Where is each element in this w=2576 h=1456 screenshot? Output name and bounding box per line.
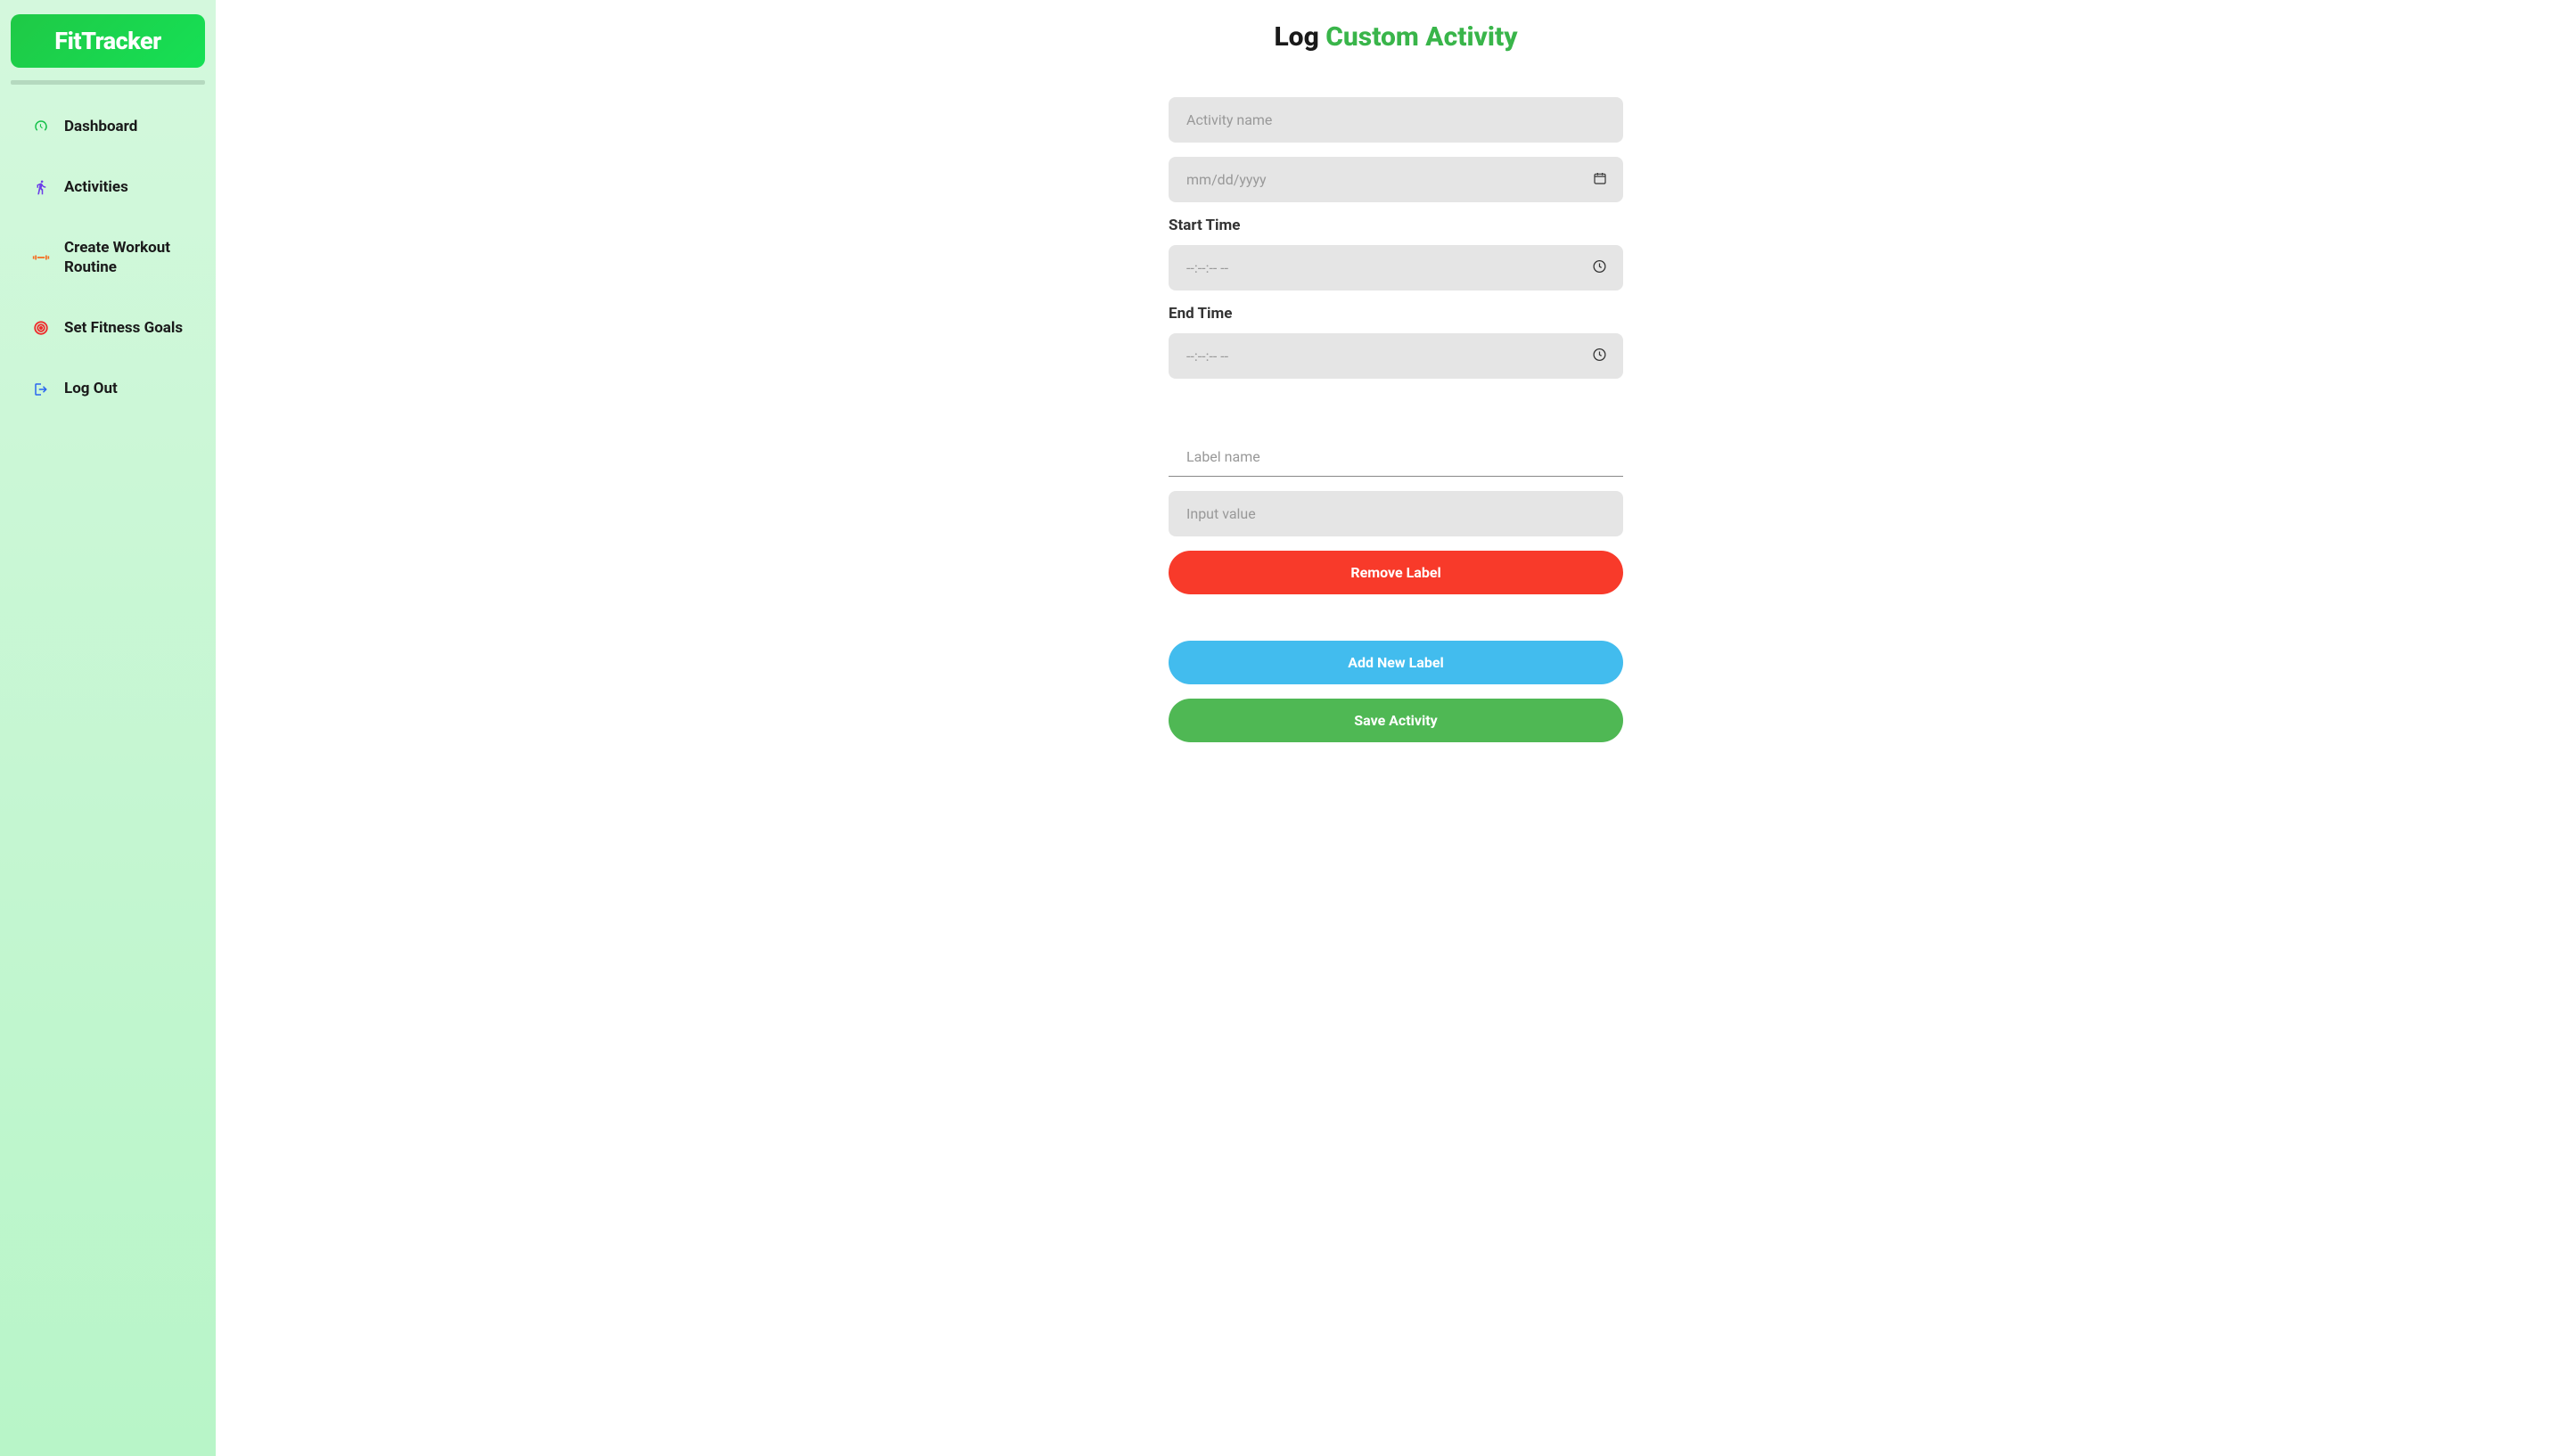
sidebar: FitTracker Dashboard Activities Create W… — [0, 0, 216, 1456]
dumbbell-icon — [32, 249, 50, 266]
sidebar-item-set-goals[interactable]: Set Fitness Goals — [11, 304, 205, 352]
label-value-input[interactable] — [1169, 491, 1623, 536]
sidebar-item-activities[interactable]: Activities — [11, 163, 205, 211]
page-title: Log Custom Activity — [251, 21, 2540, 53]
sidebar-item-label: Dashboard — [64, 117, 137, 136]
activity-name-input[interactable] — [1169, 97, 1623, 143]
sidebar-item-dashboard[interactable]: Dashboard — [11, 102, 205, 151]
sidebar-item-logout[interactable]: Log Out — [11, 364, 205, 413]
end-time-input[interactable] — [1169, 333, 1623, 379]
label-name-input[interactable] — [1169, 438, 1623, 477]
save-activity-button[interactable]: Save Activity — [1169, 699, 1623, 742]
page-title-highlight: Custom Activity — [1325, 21, 1517, 53]
activity-form: Start Time End Time Remove Label Add New… — [1169, 97, 1623, 757]
start-time-input[interactable] — [1169, 245, 1623, 290]
remove-label-button[interactable]: Remove Label — [1169, 551, 1623, 594]
page-title-prefix: Log — [1274, 21, 1325, 53]
add-label-button[interactable]: Add New Label — [1169, 641, 1623, 684]
sidebar-divider — [11, 80, 205, 85]
sidebar-item-create-workout[interactable]: Create Workout Routine — [11, 224, 205, 291]
app-logo[interactable]: FitTracker — [11, 14, 205, 68]
app-name: FitTracker — [54, 27, 160, 55]
running-icon — [32, 178, 50, 196]
sidebar-item-label: Set Fitness Goals — [64, 318, 183, 338]
end-time-label: End Time — [1169, 305, 1623, 323]
sidebar-item-label: Activities — [64, 177, 128, 197]
sidebar-item-label: Log Out — [64, 379, 118, 398]
logout-icon — [32, 380, 50, 398]
sidebar-item-label: Create Workout Routine — [64, 238, 198, 277]
date-input[interactable] — [1169, 157, 1623, 202]
custom-label-section: Remove Label — [1169, 438, 1623, 609]
start-time-label: Start Time — [1169, 217, 1623, 234]
dashboard-icon — [32, 118, 50, 135]
target-icon — [32, 319, 50, 337]
main-content: Log Custom Activity Start Time End Time — [216, 0, 2576, 1456]
